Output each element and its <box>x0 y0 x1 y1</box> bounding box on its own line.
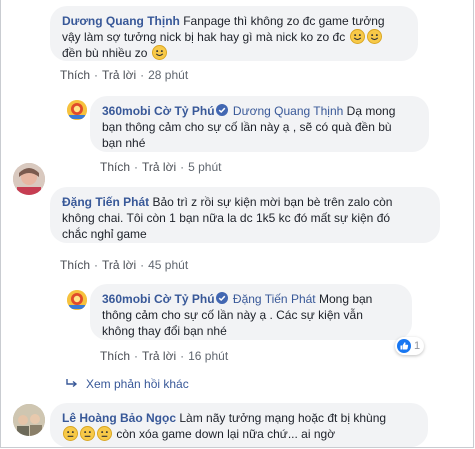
comment-bubble: Dương Quang Thịnh Fanpage thì không zo đ… <box>50 6 418 61</box>
avatar[interactable] <box>67 290 87 310</box>
mention-link[interactable]: Đặng Tiến Phát <box>233 292 316 306</box>
comment-author[interactable]: Lê Hoàng Bảo Ngọc <box>62 411 176 425</box>
neutral-emoji-icon <box>97 426 112 441</box>
timestamp[interactable]: 5 phút <box>188 160 221 174</box>
smile-emoji-icon <box>151 45 167 60</box>
reply-link[interactable]: Trả lời <box>142 160 176 174</box>
mention-link[interactable]: Dương Quang Thịnh <box>233 104 343 118</box>
comment-text: không thay đổi bạn nhé <box>102 324 227 338</box>
comment-text: Dạ mong <box>346 104 396 118</box>
comment-author[interactable]: 360mobi Cờ Tỷ Phú <box>102 104 215 118</box>
comment-text: bạn thông cảm cho sự cố lần này ạ , sẽ c… <box>102 120 392 134</box>
comment-actions: Thích · Trả lời · 28 phút <box>60 68 189 82</box>
comment-text: thông cảm cho sự cố lần này ạ . Các sự k… <box>102 308 363 322</box>
reply-arrow-icon <box>66 379 78 388</box>
reaction-summary[interactable]: 1 <box>395 337 425 355</box>
timestamp[interactable]: 28 phút <box>148 68 188 82</box>
comment-text: Mong bạn <box>318 292 373 306</box>
comment-author[interactable]: 360mobi Cờ Tỷ Phú <box>102 292 215 306</box>
reply-link[interactable]: Trả lời <box>142 349 176 363</box>
comment-text: Làm nãy tưởng mạng hoặc đt bị khùng <box>179 411 387 425</box>
neutral-emoji-icon <box>80 426 95 441</box>
comment-text: vậy làm sợ tưởng nick bị hak hay gì mà n… <box>62 30 346 44</box>
comment-text: đền bù nhiều zo <box>62 46 148 60</box>
reply-bubble: 360mobi Cờ Tỷ Phú Dương Quang Thịnh Dạ m… <box>90 96 429 152</box>
game-logo-icon <box>67 290 87 310</box>
view-more-label[interactable]: Xem phản hồi khác <box>86 377 189 391</box>
timestamp[interactable]: 45 phút <box>148 258 188 272</box>
game-logo-icon <box>67 100 87 120</box>
timestamp[interactable]: 16 phút <box>188 349 228 363</box>
comment-author[interactable]: Dương Quang Thịnh <box>62 14 180 28</box>
comment-text: chắc nghỉ game <box>62 227 147 241</box>
avatar[interactable] <box>67 100 87 120</box>
comment-text: Bảo trì z rồi sự kiện mời bạn bè trên za… <box>152 195 393 209</box>
user-photo-icon <box>13 404 45 436</box>
like-link[interactable]: Thích <box>60 68 90 82</box>
like-link[interactable]: Thích <box>60 258 90 272</box>
verified-badge-icon <box>215 292 228 304</box>
reply-link[interactable]: Trả lời <box>102 258 136 272</box>
neutral-emoji-icon <box>63 426 78 441</box>
comment-author[interactable]: Đặng Tiến Phát <box>62 195 149 209</box>
avatar[interactable] <box>13 163 45 195</box>
smile-emoji-icon <box>366 29 382 44</box>
comment-actions: Thích · Trả lời · 5 phút <box>100 160 222 174</box>
comment-text: còn xóa game down lại nữa chứ... ai ngờ <box>116 427 336 441</box>
comment-actions: Thích · Trả lời · 45 phút <box>60 258 189 272</box>
view-more-replies[interactable]: Xem phản hồi khác <box>66 377 189 391</box>
reply-link[interactable]: Trả lời <box>102 68 136 82</box>
comment-actions: Thích · Trả lời · 16 phút <box>100 349 229 363</box>
like-reaction-icon <box>397 339 411 353</box>
verified-badge-icon <box>215 104 228 116</box>
comment-bubble: Lê Hoàng Bảo Ngọc Làm nãy tưởng mạng hoặ… <box>50 403 428 447</box>
reaction-count: 1 <box>414 340 421 352</box>
reply-bubble: 360mobi Cờ Tỷ Phú Đặng Tiến Phát Mong bạ… <box>90 284 412 340</box>
comment-text: bạn nhé <box>102 136 146 150</box>
user-photo-icon <box>13 163 45 195</box>
comment-text: không chai. Tôi còn 1 bạn nữa la dc 1k5 … <box>62 211 391 225</box>
comment-text: Fanpage thì không zo đc game tưởng <box>183 14 385 28</box>
avatar[interactable] <box>13 404 45 436</box>
smile-emoji-icon <box>349 29 365 44</box>
like-link[interactable]: Thích <box>100 349 130 363</box>
like-link[interactable]: Thích <box>100 160 130 174</box>
comment-bubble: Đặng Tiến Phát Bảo trì z rồi sự kiện mời… <box>50 187 440 243</box>
